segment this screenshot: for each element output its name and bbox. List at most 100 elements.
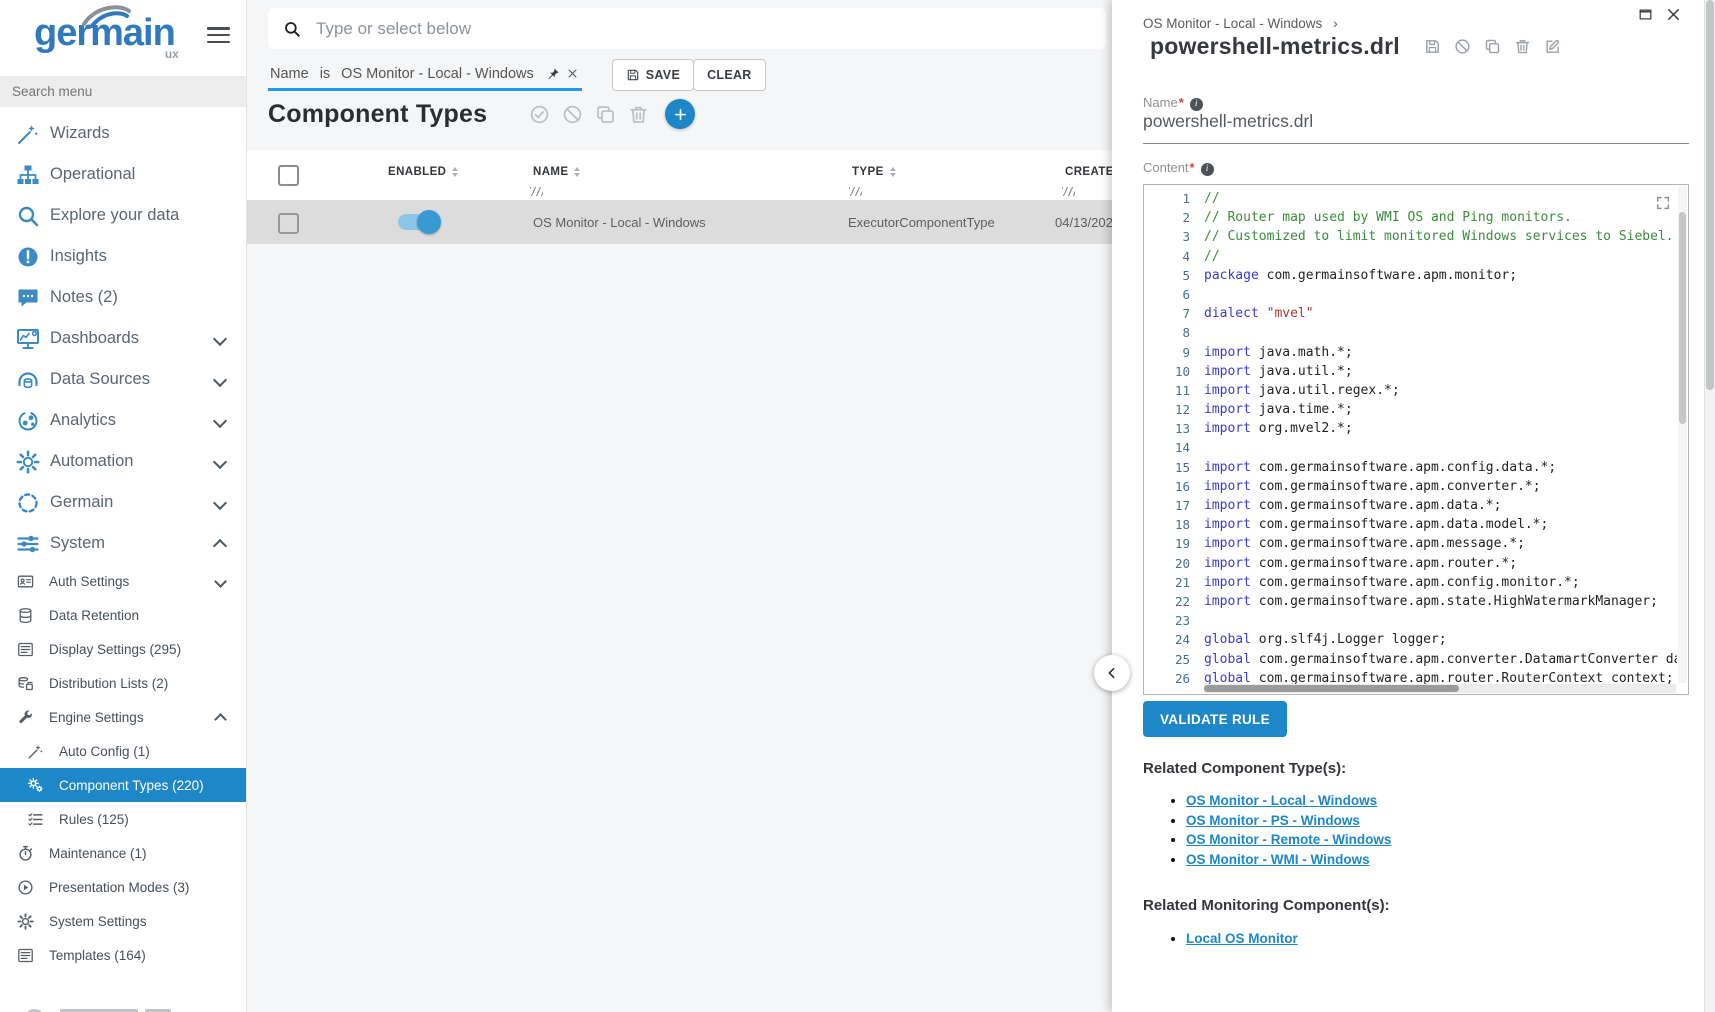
- clear-filter-button[interactable]: CLEAR: [693, 59, 766, 91]
- enabled-toggle[interactable]: [398, 214, 438, 230]
- sidebar-item-component-types[interactable]: Component Types (220): [0, 768, 246, 802]
- required-asterisk: *: [1190, 160, 1195, 175]
- delete-icon[interactable]: [628, 104, 649, 125]
- sidebar-item-display-settings[interactable]: Display Settings (295): [0, 632, 246, 666]
- sidebar-item-templates[interactable]: Templates (164): [0, 938, 246, 972]
- main-content: Name is OS Monitor - Local - Windows SAV…: [246, 0, 1112, 1012]
- code-editor[interactable]: 1//2// Router map used by WMI OS and Pin…: [1143, 184, 1689, 695]
- sidebar-item-dashboards[interactable]: Dashboards: [0, 318, 246, 359]
- sidebar-item-system[interactable]: System: [0, 523, 246, 564]
- related-link[interactable]: Local OS Monitor: [1186, 931, 1298, 946]
- scrollbar-thumb[interactable]: [1204, 685, 1459, 692]
- main-search-input[interactable]: [314, 18, 1091, 40]
- sidebar-item-maintenance[interactable]: Maintenance (1): [0, 836, 246, 870]
- page-scrollbar[interactable]: [1704, 0, 1715, 1012]
- sidebar-item-data-retention[interactable]: Data Retention: [0, 598, 246, 632]
- sliders-icon: [16, 532, 40, 556]
- close-icon[interactable]: [1666, 7, 1681, 22]
- sidebar-item-engine-settings[interactable]: Engine Settings: [0, 700, 246, 734]
- select-all-checkbox[interactable]: [278, 165, 299, 186]
- panel-title-row: powershell-metrics.drl: [1150, 33, 1574, 60]
- column-resize-handle[interactable]: [1062, 187, 1075, 196]
- editor-horizontal-scrollbar[interactable]: [1204, 684, 1676, 693]
- required-asterisk: *: [1179, 95, 1184, 110]
- remove-filter-icon[interactable]: [567, 68, 578, 79]
- sidebar-item-data-sources[interactable]: Data Sources: [0, 359, 246, 400]
- column-header-enabled[interactable]: ENABLED: [388, 166, 458, 178]
- sidebar-item-auto-config[interactable]: Auto Config (1): [0, 734, 246, 768]
- pin-icon[interactable]: [546, 67, 560, 81]
- info-icon[interactable]: i: [1190, 98, 1203, 111]
- code-line: 25global com.germainsoftware.apm.convert…: [1144, 650, 1677, 669]
- sidebar-item-analytics[interactable]: Analytics: [0, 400, 246, 441]
- disable-selected-icon[interactable]: [562, 104, 583, 125]
- save-filter-button[interactable]: SAVE: [612, 59, 694, 91]
- duplicate-icon[interactable]: [595, 104, 616, 125]
- sidebar-item-automation[interactable]: Automation: [0, 441, 246, 482]
- related-link[interactable]: OS Monitor - PS - Windows: [1186, 813, 1360, 828]
- column-header-name[interactable]: NAME: [533, 166, 580, 178]
- sidebar-item-label: Maintenance (1): [49, 846, 230, 861]
- sort-icon[interactable]: [574, 167, 580, 177]
- sidebar-item-notes[interactable]: Notes (2): [0, 277, 246, 318]
- panel-window-controls: [1638, 7, 1681, 22]
- sidebar-item-clipped[interactable]: [27, 1005, 236, 1012]
- sidebar-item-system-settings[interactable]: System Settings: [0, 904, 246, 938]
- name-field-underline: [1143, 143, 1689, 144]
- column-header-type[interactable]: TYPE: [852, 166, 896, 178]
- name-field-value[interactable]: powershell-metrics.drl: [1143, 111, 1313, 132]
- sidebar-item-label: Wizards: [50, 124, 230, 143]
- row-name-cell[interactable]: OS Monitor - Local - Windows: [533, 215, 706, 230]
- disable-rule-icon[interactable]: [1454, 38, 1471, 55]
- add-component-type-button[interactable]: [665, 99, 695, 129]
- column-header-created[interactable]: CREATED (: [1065, 166, 1112, 178]
- main-search[interactable]: [268, 8, 1106, 49]
- edit-rule-icon[interactable]: [1544, 38, 1561, 55]
- breadcrumb-text[interactable]: OS Monitor - Local - Windows: [1143, 16, 1322, 31]
- editor-vertical-scrollbar[interactable]: [1678, 186, 1687, 683]
- info-icon[interactable]: i: [1201, 163, 1214, 176]
- sidebar-item-presentation-modes[interactable]: Presentation Modes (3): [0, 870, 246, 904]
- maximize-icon[interactable]: [1638, 7, 1653, 22]
- sidebar-search-input[interactable]: [0, 76, 246, 107]
- sidebar-item-germain[interactable]: Germain: [0, 482, 246, 523]
- delete-rule-icon[interactable]: [1514, 38, 1531, 55]
- related-link[interactable]: OS Monitor - WMI - Windows: [1186, 852, 1370, 867]
- plus-icon: [673, 107, 688, 122]
- breadcrumb[interactable]: OS Monitor - Local - Windows ›: [1143, 15, 1338, 31]
- column-resize-handle[interactable]: [530, 187, 543, 196]
- sort-icon[interactable]: [452, 167, 458, 177]
- scrollbar-thumb[interactable]: [1706, 0, 1714, 390]
- sidebar-item-distribution-lists[interactable]: Distribution Lists (2): [0, 666, 246, 700]
- duplicate-rule-icon[interactable]: [1484, 38, 1501, 55]
- row-checkbox[interactable]: [278, 213, 299, 234]
- related-link-item: OS Monitor - PS - Windows: [1186, 814, 1391, 828]
- sidebar-item-rules[interactable]: Rules (125): [0, 802, 246, 836]
- chevron-down-icon: [213, 413, 227, 427]
- panel-collapse-button[interactable]: [1094, 655, 1130, 691]
- sort-icon[interactable]: [890, 167, 896, 177]
- sidebar-item-operational[interactable]: Operational: [0, 154, 246, 195]
- table-row[interactable]: OS Monitor - Local - Windows ExecutorCom…: [246, 200, 1112, 244]
- sidebar-item-insights[interactable]: Insights: [0, 236, 246, 277]
- sidebar-item-wizards[interactable]: Wizards: [0, 113, 246, 154]
- scrollbar-thumb[interactable]: [1679, 212, 1686, 424]
- chevron-down-icon: [213, 372, 227, 386]
- related-link-item: OS Monitor - Local - Windows: [1186, 794, 1391, 808]
- enable-selected-icon[interactable]: [529, 104, 550, 125]
- germain-logo: germain ux: [34, 14, 175, 52]
- related-link[interactable]: OS Monitor - Remote - Windows: [1186, 832, 1391, 847]
- sidebar-item-auth-settings[interactable]: Auth Settings: [0, 564, 246, 598]
- validate-rule-button[interactable]: VALIDATE RULE: [1143, 701, 1287, 737]
- code-line: 11import java.util.regex.*;: [1144, 381, 1677, 400]
- filter-chip[interactable]: Name is OS Monitor - Local - Windows: [268, 59, 582, 91]
- sidebar-item-explore-your-data[interactable]: Explore your data: [0, 195, 246, 236]
- related-link[interactable]: OS Monitor - Local - Windows: [1186, 793, 1377, 808]
- column-resize-handle[interactable]: [849, 187, 862, 196]
- gears-icon: [27, 777, 44, 794]
- comment-icon: [16, 286, 40, 310]
- code-line: 24global org.slf4j.Logger logger;: [1144, 630, 1677, 649]
- save-rule-icon[interactable]: [1424, 38, 1441, 55]
- fullscreen-icon[interactable]: [1655, 195, 1671, 211]
- hamburger-menu-icon[interactable]: [207, 27, 230, 47]
